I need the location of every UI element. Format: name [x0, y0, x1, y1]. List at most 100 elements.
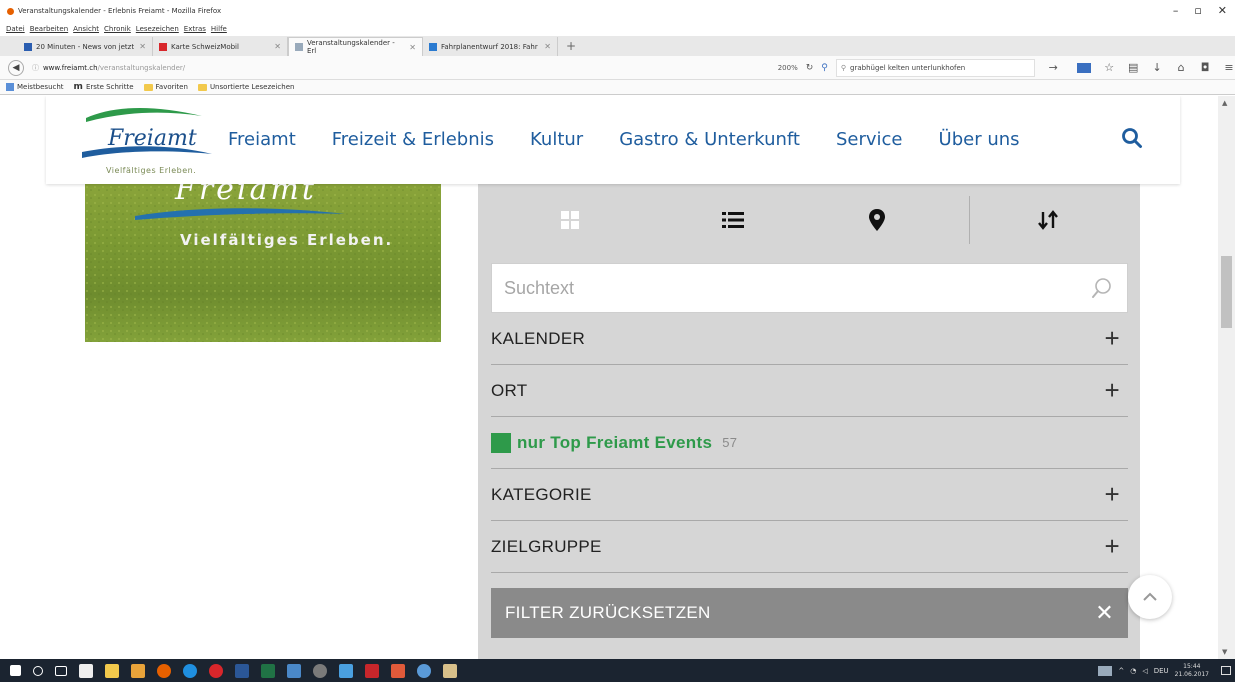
page-favicon-icon — [295, 43, 303, 51]
reset-filters-button[interactable]: FILTER ZURÜCKSETZEN ✕ — [491, 588, 1128, 638]
bookmark-meistbesucht[interactable]: Meistbesucht — [6, 83, 64, 91]
app-icon[interactable] — [417, 663, 431, 678]
event-search-input[interactable] — [504, 268, 1064, 308]
filter-ort[interactable]: ORT + — [491, 365, 1128, 417]
folder-icon — [143, 83, 153, 91]
scroll-to-top-button[interactable] — [1128, 575, 1172, 619]
system-tray: ^ ◔ ◁ DEU 15:44 21.06.2017 — [1098, 659, 1231, 682]
clipboard-icon[interactable]: ▤ — [1127, 61, 1139, 74]
map-view-button[interactable] — [847, 196, 907, 244]
back-button[interactable]: ◀ — [8, 59, 24, 76]
sort-button[interactable] — [1018, 196, 1078, 244]
volume-icon[interactable]: ◁ — [1142, 667, 1147, 675]
bookmark-label: Erste Schritte — [85, 83, 134, 91]
pocket-icon[interactable]: ◘ — [1199, 61, 1211, 74]
search-icon[interactable]: ⚲ — [821, 63, 828, 73]
menu-hamburger-icon[interactable]: ≡ — [1223, 61, 1235, 74]
scroll-up-arrow-icon[interactable]: ▲ — [1222, 99, 1227, 107]
expand-plus-icon[interactable]: + — [1105, 377, 1120, 403]
filter-top-events[interactable]: nur Top Freiamt Events 57 — [491, 417, 1128, 469]
clock[interactable]: 15:44 21.06.2017 — [1175, 663, 1209, 679]
nav-freiamt[interactable]: Freiamt — [228, 129, 296, 150]
word-icon[interactable] — [235, 663, 249, 678]
minimize-button[interactable]: – — [1173, 4, 1179, 17]
tab-close-icon[interactable]: ✕ — [139, 42, 146, 51]
tab-veranstaltungskalender[interactable]: Veranstaltungskalender - Erl ✕ — [288, 37, 423, 56]
input-language[interactable]: DEU — [1154, 667, 1169, 675]
search-icon[interactable] — [1091, 277, 1113, 299]
tab-20-minuten[interactable]: 20 Minuten - News von jetzt ✕ — [18, 37, 153, 56]
tab-schweizmobil[interactable]: Karte SchweizMobil ✕ — [153, 37, 288, 56]
site-search-icon[interactable] — [1121, 127, 1143, 149]
tab-close-icon[interactable]: ✕ — [409, 43, 416, 52]
firefox-taskbar-icon[interactable] — [157, 663, 171, 678]
grid-view-button[interactable] — [540, 196, 600, 244]
app-icon[interactable] — [339, 663, 353, 678]
url-bar[interactable]: ⓘ www.freiamt.ch/veranstaltungskalender/ — [28, 59, 766, 77]
app-icon[interactable] — [313, 663, 327, 678]
bookmark-erste-schritte[interactable]: m Erste Schritte — [74, 82, 134, 92]
expand-plus-icon[interactable]: + — [1105, 325, 1120, 351]
opera-icon[interactable] — [209, 663, 223, 678]
edge-icon[interactable] — [183, 663, 197, 678]
bookmark-star-icon[interactable]: ☆ — [1103, 61, 1115, 74]
menu-datei[interactable]: Datei — [6, 25, 25, 33]
scrollbar-thumb[interactable] — [1221, 256, 1232, 328]
network-icon[interactable]: ◔ — [1130, 667, 1136, 675]
search-icon[interactable] — [33, 665, 43, 676]
expand-plus-icon[interactable]: + — [1105, 533, 1120, 559]
pdf-icon[interactable] — [365, 663, 379, 678]
app-icon[interactable] — [443, 663, 457, 678]
reload-icon[interactable]: ↻ — [806, 63, 814, 73]
store-icon[interactable] — [79, 663, 93, 678]
freiamt-logo[interactable]: Freiamt Vielfältiges Erleben. — [82, 104, 222, 179]
nav-gastro-unterkunft[interactable]: Gastro & Unterkunft — [619, 129, 800, 150]
mail-icon[interactable] — [1077, 62, 1092, 73]
web-search-field[interactable]: ⚲ grabhügel kelten unterlunkhofen — [835, 58, 1036, 77]
download-icon[interactable]: ↓ — [1151, 61, 1163, 74]
list-view-button[interactable] — [703, 196, 763, 244]
filter-zielgruppe[interactable]: ZIELGRUPPE + — [491, 521, 1128, 573]
app-icon[interactable] — [391, 663, 405, 678]
bookmark-unsortierte[interactable]: Unsortierte Lesezeichen — [197, 83, 294, 91]
tab-close-icon[interactable]: ✕ — [544, 42, 551, 51]
excel-icon[interactable] — [261, 663, 275, 678]
checkbox-top-events[interactable] — [491, 432, 511, 453]
tab-fahrplanentwurf[interactable]: Fahrplanentwurf 2018: Fahr ✕ — [423, 37, 558, 56]
windows-start-icon[interactable] — [10, 665, 21, 676]
nav-kultur[interactable]: Kultur — [530, 129, 583, 150]
info-icon[interactable]: ⓘ — [32, 63, 39, 73]
nav-ueber-uns[interactable]: Über uns — [939, 129, 1020, 150]
explorer-icon[interactable] — [105, 663, 119, 678]
filter-kalender[interactable]: KALENDER + — [491, 313, 1128, 365]
close-window-button[interactable]: ✕ — [1218, 4, 1227, 17]
task-view-icon[interactable] — [55, 665, 67, 676]
bookmark-favoriten[interactable]: Favoriten — [143, 83, 188, 91]
nav-freizeit-erlebnis[interactable]: Freizeit & Erlebnis — [332, 129, 494, 150]
filter-kategorie[interactable]: KATEGORIE + — [491, 469, 1128, 521]
menu-ansicht[interactable]: Ansicht — [73, 25, 99, 33]
app-icon[interactable] — [287, 663, 301, 678]
reset-label: FILTER ZURÜCKSETZEN — [505, 603, 711, 622]
new-tab-button[interactable]: + — [558, 37, 584, 56]
tab-close-icon[interactable]: ✕ — [274, 42, 281, 51]
zoom-level[interactable]: 200% — [778, 64, 798, 72]
tray-chevron-up-icon[interactable]: ^ — [1118, 667, 1124, 675]
page-scrollbar[interactable]: ▲ ▼ — [1218, 96, 1235, 659]
scroll-down-arrow-icon[interactable]: ▼ — [1222, 648, 1227, 656]
menu-bearbeiten[interactable]: Bearbeiten — [30, 25, 68, 33]
close-icon[interactable]: ✕ — [1095, 600, 1114, 626]
home-icon[interactable]: ⌂ — [1175, 61, 1187, 74]
app-icon[interactable] — [131, 663, 145, 678]
maximize-button[interactable]: ▫ — [1194, 4, 1201, 17]
logo-text: Freiamt — [108, 126, 197, 151]
notification-icon[interactable] — [1221, 666, 1231, 675]
mail-tray-icon[interactable] — [1098, 665, 1113, 676]
menu-hilfe[interactable]: Hilfe — [211, 25, 227, 33]
menu-extras[interactable]: Extras — [184, 25, 206, 33]
expand-plus-icon[interactable]: + — [1105, 481, 1120, 507]
menu-lesezeichen[interactable]: Lesezeichen — [136, 25, 179, 33]
nav-service[interactable]: Service — [836, 129, 903, 150]
search-go-icon[interactable]: → — [1047, 61, 1059, 74]
menu-chronik[interactable]: Chronik — [104, 25, 131, 33]
